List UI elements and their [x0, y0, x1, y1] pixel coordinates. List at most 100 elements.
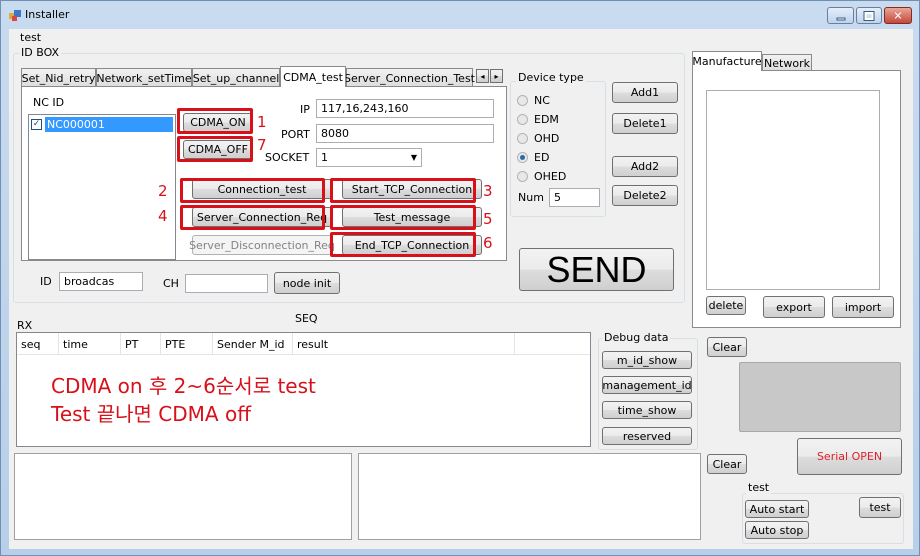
add2-button[interactable]: Add2 — [612, 156, 678, 177]
send-button[interactable]: SEND — [519, 248, 674, 291]
start-tcp-connection-button[interactable]: Start_TCP_Connection — [342, 179, 482, 199]
clear-button-1[interactable]: Clear — [707, 337, 747, 357]
output-textbox-left[interactable] — [14, 453, 352, 540]
socket-label: SOCKET — [265, 151, 310, 164]
minimize-icon — [836, 17, 845, 20]
server-disconnection-req-button: Server_Disconnection_Req — [189, 235, 335, 255]
radio-ed-label: ED — [534, 151, 550, 164]
ch-input[interactable] — [185, 274, 268, 293]
close-icon: ✕ — [893, 9, 903, 22]
output-textbox-right[interactable] — [358, 453, 701, 540]
tab-set-up-channel[interactable]: Set_up_channel — [192, 68, 280, 87]
management-id-button[interactable]: management_id — [602, 376, 692, 394]
cdma-on-button[interactable]: CDMA_ON — [183, 113, 253, 132]
test-button[interactable]: test — [859, 497, 901, 518]
client-area: test ID BOX Set_Nid_retry Network_setTim… — [9, 29, 913, 549]
chevron-left-icon: ◂ — [480, 71, 485, 81]
close-button[interactable]: ✕ — [884, 7, 912, 24]
column-header-result[interactable]: result — [293, 333, 515, 355]
title-bar: Installer ✕ — [1, 1, 919, 29]
seq-label: SEQ — [295, 312, 318, 325]
column-header-pt[interactable]: PT — [121, 333, 161, 355]
step-number-3: 3 — [483, 182, 493, 200]
m-id-show-button[interactable]: m_id_show — [602, 351, 692, 369]
export-button[interactable]: export — [763, 296, 825, 318]
nc-id-label: NC ID — [33, 96, 65, 109]
connection-test-button[interactable]: Connection_test — [192, 179, 332, 199]
device-type-title: Device type — [516, 71, 586, 84]
radio-checked-icon — [517, 152, 528, 163]
delete-button[interactable]: delete — [706, 296, 746, 315]
radio-icon — [517, 133, 528, 144]
column-header-empty[interactable] — [515, 333, 590, 355]
checkbox-checked-icon[interactable]: ✓ — [31, 119, 42, 130]
port-input[interactable]: 8080 — [316, 124, 494, 143]
tab-server-connection-test[interactable]: Server_Connection_Test — [344, 68, 475, 87]
installer-window: Installer ✕ test ID BOX Set_Nid_retry Ne… — [0, 0, 920, 556]
column-header-sender-mid[interactable]: Sender M_id — [213, 333, 293, 355]
delete1-button[interactable]: Delete1 — [612, 113, 678, 134]
dropdown-arrow-icon: ▼ — [410, 153, 417, 162]
radio-ohed-label: OHED — [534, 170, 567, 183]
minimize-button[interactable] — [827, 7, 854, 24]
step-number-2: 2 — [158, 182, 168, 200]
clear-button-2[interactable]: Clear — [707, 454, 747, 474]
step-number-5: 5 — [483, 210, 493, 228]
tab-network-settime[interactable]: Network_setTime — [96, 68, 192, 87]
auto-start-button[interactable]: Auto start — [745, 500, 809, 518]
tab-network[interactable]: Network — [762, 54, 812, 71]
end-tcp-connection-button[interactable]: End_TCP_Connection — [342, 235, 482, 255]
radio-ohed[interactable]: OHED — [517, 170, 566, 183]
time-show-button[interactable]: time_show — [602, 401, 692, 419]
radio-nc[interactable]: NC — [517, 94, 550, 107]
menu-item-test[interactable]: test — [20, 31, 41, 44]
num-input[interactable]: 5 — [549, 188, 600, 207]
tab-set-nid-retry[interactable]: Set_Nid_retry — [21, 68, 96, 87]
rx-list[interactable]: seq time PT PTE Sender M_id result CDMA … — [16, 332, 591, 447]
socket-value: 1 — [321, 151, 328, 164]
app-icon — [9, 9, 21, 21]
port-label: PORT — [281, 128, 310, 141]
radio-ohd[interactable]: OHD — [517, 132, 559, 145]
column-header-pte[interactable]: PTE — [161, 333, 213, 355]
manufacture-panel: delete export import — [692, 70, 901, 328]
tab-manufacture[interactable]: Manufacture — [692, 51, 762, 71]
nc-id-list-item[interactable]: ✓ NC000001 — [31, 117, 173, 132]
test-message-button[interactable]: Test_message — [342, 207, 482, 227]
annotation-line-1: CDMA on 후 2~6순서로 test — [51, 374, 316, 398]
radio-edm-label: EDM — [534, 113, 559, 126]
step-number-7: 7 — [257, 136, 267, 154]
auto-stop-button[interactable]: Auto stop — [745, 521, 809, 539]
nc-id-list[interactable]: ✓ NC000001 — [28, 114, 176, 260]
import-button[interactable]: import — [832, 296, 894, 318]
tab-cdma-test[interactable]: CDMA_test — [280, 66, 346, 87]
radio-ed[interactable]: ED — [517, 151, 549, 164]
column-header-time[interactable]: time — [59, 333, 121, 355]
rx-label: RX — [17, 319, 33, 332]
serial-open-button[interactable]: Serial OPEN — [797, 438, 902, 475]
add1-button[interactable]: Add1 — [612, 82, 678, 103]
test-group-title: test — [746, 481, 772, 494]
server-connection-req-button[interactable]: Server_Connection_Req — [192, 207, 332, 227]
id-input[interactable]: broadcas — [59, 272, 143, 291]
node-init-button[interactable]: node init — [274, 272, 340, 294]
delete2-button[interactable]: Delete2 — [612, 185, 678, 206]
window-title: Installer — [25, 8, 70, 21]
id-label: ID — [40, 275, 52, 288]
step-number-4: 4 — [158, 207, 168, 225]
cdma-off-button[interactable]: CDMA_OFF — [183, 140, 253, 159]
maximize-button[interactable] — [856, 7, 882, 24]
tab-scroll-right-button[interactable]: ▸ — [490, 69, 503, 83]
column-header-seq[interactable]: seq — [17, 333, 59, 355]
id-box-title: ID BOX — [19, 46, 62, 59]
radio-nc-label: NC — [534, 94, 550, 107]
nc-id-item-label: NC000001 — [45, 117, 173, 132]
ip-input[interactable]: 117,16,243,160 — [316, 99, 494, 118]
chevron-right-icon: ▸ — [494, 71, 499, 81]
tab-scroll-left-button[interactable]: ◂ — [476, 69, 489, 83]
ip-label: IP — [300, 103, 310, 116]
reserved-button[interactable]: reserved — [602, 427, 692, 445]
manufacture-list[interactable] — [706, 90, 880, 290]
radio-edm[interactable]: EDM — [517, 113, 559, 126]
socket-select[interactable]: 1 ▼ — [316, 148, 422, 167]
